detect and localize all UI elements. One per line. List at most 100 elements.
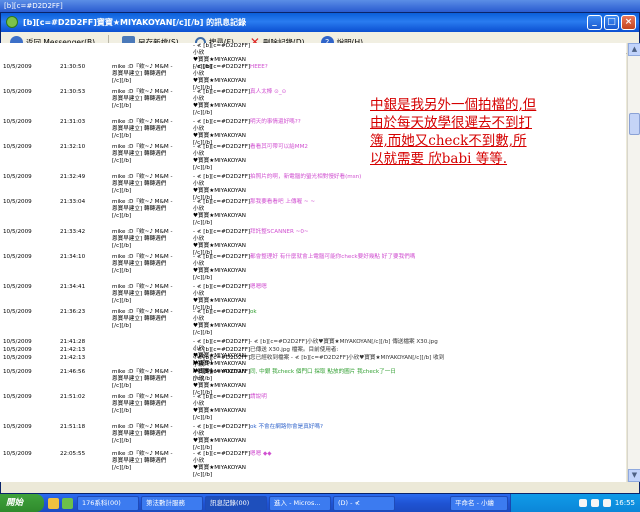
row-message[interactable]: - ≮ [b][c=#D2D2FF]小欣♥寶寶★MIYAKOYAN[/c][/b… — [250, 339, 460, 346]
volume-icon[interactable] — [602, 499, 611, 507]
sender-tag: [/c][/b] — [112, 213, 132, 219]
row-message[interactable]: 真人太棒 ⊙_⊙ — [250, 89, 460, 96]
sender-status: 恩寶早建立] 轉轉週們 — [112, 376, 167, 382]
row-receiver: - ≮ [b][c=#D2D2FF]小欣 ♥寶寶★MIYAKOYAN [/c][/b… — [193, 229, 251, 257]
row-message[interactable]: 拍照片的啊，新電腦的螢光相對慢好看(msn) — [250, 174, 460, 181]
row-message[interactable]: 那我要看看吧 上傳喔 ~ ~ — [250, 199, 460, 206]
receiver-nick: ♥寶寶★MIYAKOYAN — [193, 298, 246, 304]
clock: 16:55 — [614, 499, 635, 507]
row-message[interactable]: ok 不會在網路你會是真好嗎? — [250, 424, 460, 431]
receiver-name: - ≮ [b][c=#D2D2FF]小欣 — [193, 43, 251, 56]
row-message[interactable]: 嗯嗯 ◆◆ — [250, 451, 460, 458]
row-time: 21:32:49 — [60, 174, 86, 180]
row-message[interactable]: 請說明 — [250, 394, 460, 401]
receiver-name: - ≮ [b][c=#D2D2FF]小欣 — [193, 199, 251, 212]
row-receiver: - ≮ [b][c=#D2D2FF]小欣 ♥寶寶★MIYAKOYAN [/c][/b… — [193, 89, 251, 117]
tray-icon[interactable] — [590, 499, 599, 507]
receiver-name: - ≮ [b][c=#D2D2FF]小欣 — [193, 144, 251, 157]
row-date: 10/5/2009 — [3, 347, 32, 353]
close-button[interactable]: × — [621, 15, 636, 30]
row-time: 21:51:18 — [60, 424, 86, 430]
row-date: 10/5/2009 — [3, 144, 32, 150]
row-message[interactable]: 都會整理好 有什麼就會上電腦可能你check要好幾點 好了要我們嗎 — [250, 254, 460, 261]
taskbar-task[interactable]: 176系科(00) — [77, 495, 139, 511]
receiver-nick: ♥寶寶★MIYAKOYAN — [193, 323, 246, 329]
row-receiver: - ≮ [b][c=#D2D2FF]小欣 ♥寶寶★MIYAKOYAN [/c][/b… — [193, 284, 251, 312]
receiver-tag: [/c][/b] — [193, 110, 213, 116]
receiver-name: - ≮ [b][c=#D2D2FF]小欣 — [193, 394, 251, 407]
start-button[interactable]: 開始 — [0, 494, 44, 512]
row-date: 10/5/2009 — [3, 424, 32, 430]
folder-icon[interactable] — [48, 497, 59, 509]
sender-status: 恩寶早建立] 轉轉週們 — [112, 96, 167, 102]
taskbar-task[interactable]: 第法數計服務 — [141, 495, 203, 511]
row-message[interactable]: 同, 中銀 我check 個門口 採取 點放的圖片 我check了一日 — [250, 369, 460, 376]
receiver-name: - ≮ [b][c=#D2D2FF]小欣 — [193, 451, 251, 464]
receiver-name: - ≮ [b][c=#D2D2FF]小欣 — [193, 254, 251, 267]
scroll-down-icon[interactable]: ▼ — [628, 469, 640, 482]
receiver-nick: ♥寶寶★MIYAKOYAN — [193, 103, 246, 109]
receiver-name: - ≮ [b][c=#D2D2FF]小欣 — [193, 174, 251, 187]
sender-name: mike :D『欸~♪ M&M - — [112, 254, 173, 260]
row-receiver: - ≮ [b][c=#D2D2FF]小欣 ♥寶寶★MIYAKOYAN [/c][/b… — [193, 394, 251, 422]
row-message[interactable]: 您已經收到檔案 - ≮ [b][c=#D2D2FF]小欣♥寶寶★MIYAKOYA… — [250, 355, 460, 362]
row-message[interactable]: 拜託整SCANNER ~0~ — [250, 229, 460, 236]
taskbar-task[interactable]: 訊息記錄(00) — [205, 495, 267, 511]
taskbar-task[interactable]: 進入 - Micros... — [269, 495, 331, 511]
row-message[interactable]: 已傳送 X30.jpg 檔案。目前使用者: — [250, 347, 460, 354]
sender-tag: [/c][/b] — [112, 78, 132, 84]
row-message[interactable]: 嗯嗯嗯 — [250, 284, 460, 291]
row-date: 10/5/2009 — [3, 119, 32, 125]
messenger-quick-icon[interactable] — [62, 497, 73, 509]
row-receiver: - ≮ [b][c=#D2D2FF]小欣 ♥寶寶★MIYAKOYAN [/c][/b… — [193, 64, 251, 92]
receiver-tag: [/c][/b] — [193, 330, 213, 336]
taskbar-right-task: 平命名 - 小繪 — [450, 494, 510, 512]
sender-name: mike :D『欸~♪ M&M - — [112, 424, 173, 430]
maximize-button[interactable]: □ — [604, 15, 619, 30]
receiver-name: - ≮ [b][c=#D2D2FF]小欣 — [193, 369, 251, 382]
row-receiver: - ≮ [b][c=#D2D2FF]小欣 ♥寶寶★MIYAKOYAN [/c][/b… — [193, 199, 251, 227]
row-receiver: - ≮ [b][c=#D2D2FF]小欣 ♥寶寶★MIYAKOYAN [/c][/b… — [193, 254, 251, 282]
scroll-thumb[interactable] — [629, 113, 640, 135]
sender-status: 恩寶早建立] 轉轉週們 — [112, 181, 167, 187]
sender-tag: [/c][/b] — [112, 103, 132, 109]
receiver-tag: [/c][/b] — [193, 415, 213, 421]
row-time: 21:36:23 — [60, 309, 86, 315]
sender-tag: [/c][/b] — [112, 438, 132, 444]
sender-tag: [/c][/b] — [112, 158, 132, 164]
sender-tag: [/c][/b] — [112, 188, 132, 194]
sender-name: mike :D『欸~♪ M&M - — [112, 199, 173, 205]
taskbar-tasks: 176系科(00) 第法數計服務 訊息記錄(00) 進入 - Micros... (D)… — [77, 495, 395, 511]
sender-name: mike :D『欸~♪ M&M - — [112, 369, 173, 375]
sender-status: 恩寶早建立] 轉轉週們 — [112, 151, 167, 157]
receiver-nick: ♥寶寶★MIYAKOYAN — [193, 465, 246, 471]
receiver-nick: ♥寶寶★MIYAKOYAN — [193, 213, 246, 219]
sender-name: mike :D『欸~♪ M&M - — [112, 284, 173, 290]
sender-tag: [/c][/b] — [112, 133, 132, 139]
row-receiver: - ≮ [b][c=#D2D2FF]小欣 ♥寶寶★MIYAKOYAN [/c][/b… — [193, 144, 251, 172]
taskbar-task-paint[interactable]: 平命名 - 小繪 — [450, 495, 508, 511]
minimize-button[interactable]: _ — [587, 15, 602, 30]
title-bar[interactable]: [b][c=#D2D2FF]寶寶★MIYAKOYAN[/c][/b] 的訊息記錄… — [1, 13, 639, 32]
window-controls: _ □ × — [587, 15, 636, 30]
sender-name: mike :D『欸~♪ M&M - — [112, 174, 173, 180]
sender-name: mike :D『欸~♪ M&M - — [112, 394, 173, 400]
row-date: 10/5/2009 — [3, 64, 32, 70]
background-window-title: [b][c=#D2D2FF] — [4, 2, 63, 10]
sender-status: 恩寶早建立] 轉轉週們 — [112, 236, 167, 242]
row-date: 10/5/2009 — [3, 309, 32, 315]
row-date: 10/5/2009 — [3, 369, 32, 375]
row-time: 21:30:53 — [60, 89, 86, 95]
taskbar-task[interactable]: (D) - ≮ — [333, 495, 395, 511]
row-time: 21:46:56 — [60, 369, 86, 375]
tray-icon[interactable] — [578, 499, 587, 507]
sender-name: mike :D『欸~♪ M&M - — [112, 144, 173, 150]
vertical-scrollbar[interactable]: ▲ ▼ — [627, 43, 640, 482]
row-message[interactable]: HEEE? — [250, 64, 460, 71]
receiver-nick: ♥寶寶★MIYAKOYAN — [193, 243, 246, 249]
receiver-tag: [/c][/b] — [193, 220, 213, 226]
sender-status: 恩寶早建立] 轉轉週們 — [112, 71, 167, 77]
receiver-nick: ♥寶寶★MIYAKOYAN — [193, 158, 246, 164]
scroll-up-icon[interactable]: ▲ — [628, 43, 640, 56]
row-message[interactable]: ok — [250, 309, 460, 316]
